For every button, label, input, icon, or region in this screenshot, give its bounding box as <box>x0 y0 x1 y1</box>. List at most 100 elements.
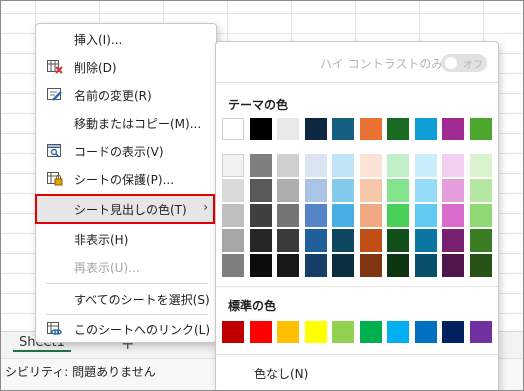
menu-item-move-copy[interactable]: 移動またはコピー(M)... <box>36 110 216 136</box>
delete-sheet-icon <box>46 59 64 75</box>
standard-color-swatch[interactable] <box>277 321 299 343</box>
theme-color-swatch[interactable] <box>222 254 244 277</box>
theme-color-swatch[interactable] <box>469 154 492 177</box>
menu-item-delete[interactable]: 削除(D) <box>36 54 216 80</box>
theme-color-swatch[interactable] <box>469 118 492 140</box>
theme-color-swatch[interactable] <box>249 254 272 277</box>
theme-color-swatch[interactable] <box>387 254 409 277</box>
theme-color-swatch[interactable] <box>359 229 382 252</box>
theme-color-swatch[interactable] <box>222 179 244 202</box>
theme-color-swatch[interactable] <box>414 118 437 140</box>
toggle-state-label: オフ <box>463 60 483 71</box>
theme-color-swatch[interactable] <box>469 179 492 202</box>
theme-color-swatch[interactable] <box>442 254 464 277</box>
theme-color-swatch[interactable] <box>222 204 244 227</box>
theme-color-swatch[interactable] <box>469 229 492 252</box>
theme-color-swatch[interactable] <box>442 179 464 202</box>
standard-color-swatch[interactable] <box>359 321 382 343</box>
theme-color-swatch[interactable] <box>359 118 382 140</box>
theme-color-swatch[interactable] <box>469 254 492 277</box>
standard-color-swatch[interactable] <box>249 321 272 343</box>
menu-separator <box>46 314 208 315</box>
theme-color-swatch[interactable] <box>222 154 244 177</box>
theme-color-swatch[interactable] <box>249 154 272 177</box>
standard-color-swatch[interactable] <box>442 321 464 343</box>
theme-color-swatch[interactable] <box>304 118 327 140</box>
theme-color-swatch[interactable] <box>442 118 464 140</box>
theme-color-swatch[interactable] <box>277 204 299 227</box>
theme-color-swatch[interactable] <box>332 154 354 177</box>
theme-color-swatch[interactable] <box>387 204 409 227</box>
theme-color-swatch[interactable] <box>249 118 272 140</box>
link-sheet-icon <box>46 321 64 337</box>
theme-color-swatch[interactable] <box>469 204 492 227</box>
theme-color-swatch[interactable] <box>304 154 327 177</box>
menu-item-label: 名前の変更(R) <box>74 89 152 103</box>
high-contrast-toggle[interactable]: オフ <box>441 54 487 72</box>
theme-color-swatch[interactable] <box>304 254 327 277</box>
menu-item-rename[interactable]: 名前の変更(R) <box>36 82 216 108</box>
theme-color-swatch[interactable] <box>387 229 409 252</box>
standard-color-swatch[interactable] <box>469 321 492 343</box>
theme-color-swatch[interactable] <box>414 204 437 227</box>
theme-color-swatch[interactable] <box>277 179 299 202</box>
theme-color-swatch[interactable] <box>387 154 409 177</box>
theme-color-swatch[interactable] <box>277 229 299 252</box>
rename-icon <box>46 87 64 103</box>
theme-color-swatch[interactable] <box>414 179 437 202</box>
menu-item-insert[interactable]: 挿入(I)... <box>36 26 216 52</box>
standard-color-swatch[interactable] <box>222 321 244 343</box>
view-code-icon <box>46 143 64 159</box>
menu-item-unhide[interactable]: 再表示(U)... <box>36 254 216 280</box>
menu-item-view-code[interactable]: コードの表示(V) <box>36 138 216 164</box>
theme-color-swatch[interactable] <box>304 179 327 202</box>
theme-color-swatch[interactable] <box>442 204 464 227</box>
theme-color-swatch[interactable] <box>359 154 382 177</box>
menu-item-hide[interactable]: 非表示(H) <box>36 226 216 252</box>
theme-color-swatch[interactable] <box>332 179 354 202</box>
theme-color-swatch[interactable] <box>442 154 464 177</box>
standard-color-swatch[interactable] <box>332 321 354 343</box>
standard-color-swatch[interactable] <box>304 321 327 343</box>
standard-color-swatch[interactable] <box>414 321 437 343</box>
theme-color-swatch[interactable] <box>277 118 299 140</box>
theme-color-swatch[interactable] <box>414 254 437 277</box>
sheet-context-menu: 挿入(I)... 削除(D) 名前の変更(R) 移動またはコピー(M)... コ… <box>35 23 217 343</box>
theme-color-swatch[interactable] <box>249 179 272 202</box>
excel-window: Sheet1 + シビリティ: 問題ありません 挿入(I)... 削除(D) 名… <box>0 0 524 391</box>
theme-color-swatch[interactable] <box>359 204 382 227</box>
menu-item-label: 挿入(I)... <box>74 33 123 47</box>
menu-item-select-all-sheets[interactable]: すべてのシートを選択(S) <box>36 286 216 312</box>
theme-color-swatch[interactable] <box>277 254 299 277</box>
standard-colors-title: 標準の色 <box>228 299 277 313</box>
menu-item-link-to-sheet[interactable]: このシートへのリンク(L) <box>36 316 216 342</box>
no-color-option[interactable]: 色なし(N) <box>254 365 308 382</box>
theme-color-swatch[interactable] <box>332 204 354 227</box>
standard-color-swatch[interactable] <box>387 321 409 343</box>
theme-color-swatch[interactable] <box>387 118 409 140</box>
submenu-separator <box>216 286 498 287</box>
accessibility-status[interactable]: シビリティ: 問題ありません <box>5 363 156 380</box>
theme-color-swatch[interactable] <box>359 179 382 202</box>
theme-colors-title: テーマの色 <box>228 98 289 112</box>
theme-color-swatch[interactable] <box>332 229 354 252</box>
theme-color-swatch[interactable] <box>442 229 464 252</box>
theme-color-swatch[interactable] <box>332 118 354 140</box>
theme-color-swatch[interactable] <box>249 204 272 227</box>
theme-color-swatch[interactable] <box>222 118 244 140</box>
theme-color-swatch[interactable] <box>414 154 437 177</box>
theme-color-swatch[interactable] <box>304 229 327 252</box>
theme-color-swatch[interactable] <box>222 229 244 252</box>
theme-color-swatch[interactable] <box>414 229 437 252</box>
theme-color-swatch[interactable] <box>277 154 299 177</box>
theme-color-swatch[interactable] <box>359 254 382 277</box>
menu-item-protect-sheet[interactable]: シートの保護(P)... <box>36 166 216 192</box>
theme-color-swatch[interactable] <box>304 204 327 227</box>
highlight-frame <box>35 194 215 224</box>
menu-item-label: 再表示(U)... <box>74 261 140 275</box>
menu-item-label: コードの表示(V) <box>74 145 164 159</box>
theme-color-swatch[interactable] <box>332 254 354 277</box>
menu-separator <box>46 283 208 284</box>
theme-color-swatch[interactable] <box>249 229 272 252</box>
theme-color-swatch[interactable] <box>387 179 409 202</box>
